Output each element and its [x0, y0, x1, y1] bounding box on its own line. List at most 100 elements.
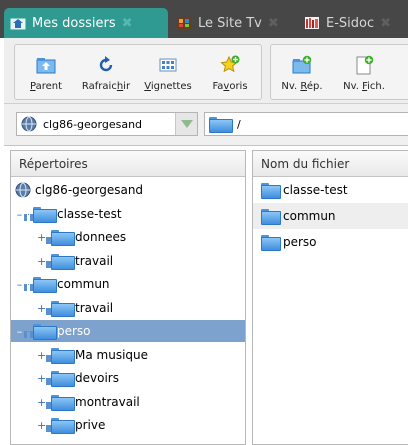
parent-label: Parent: [29, 81, 63, 92]
thumbnails-button[interactable]: Vignettes: [139, 55, 197, 92]
thumbnails-icon: [159, 58, 177, 72]
tree-connector: [24, 213, 33, 218]
folder-icon: [51, 230, 75, 246]
directory-tree-panel: Répertoires clg86-georgesand – classe-test…: [10, 150, 246, 445]
tree-item[interactable]: + Ma musique: [11, 344, 245, 366]
file-list-panel: Nom du fichier classe-test commun perso: [252, 150, 408, 445]
server-dropdown-button[interactable]: [175, 113, 197, 135]
file-list-header[interactable]: Nom du fichier: [253, 151, 408, 177]
folder-icon: [33, 324, 57, 340]
tree-item[interactable]: + montravail: [11, 391, 245, 413]
folder-icon: [51, 347, 75, 364]
tree-root[interactable]: clg86-georgesand: [11, 179, 245, 201]
folder-icon: [51, 394, 75, 411]
tree-item-label: prive: [75, 418, 106, 432]
file-row[interactable]: classe-test: [253, 177, 408, 203]
file-row[interactable]: commun: [253, 203, 408, 229]
new-file-label: Nv. Fich.: [343, 81, 385, 92]
folder-up-icon: [36, 58, 56, 74]
expand-icon[interactable]: +: [37, 256, 46, 267]
refresh-button[interactable]: Rafraichir: [77, 55, 135, 92]
bookshelf-icon: [305, 17, 319, 29]
folder-home-icon: [10, 18, 26, 30]
tree-item-label: devoirs: [75, 371, 119, 385]
new-file-button[interactable]: Nv. Fich.: [335, 55, 393, 92]
tree-header: Répertoires: [11, 151, 245, 177]
file-list: classe-test commun perso: [253, 177, 408, 255]
tab-bar: Mes dossiers ✖ Le Site Tv ✖ E-Sidoc ✖: [0, 0, 408, 38]
folder-icon: [261, 235, 281, 251]
folder-icon: [51, 253, 75, 270]
address-bar: clg86-georgesand /: [4, 104, 408, 146]
collapse-icon[interactable]: –: [15, 326, 24, 337]
expand-icon[interactable]: +: [37, 397, 46, 408]
file-name: classe-test: [283, 183, 348, 197]
tree-item[interactable]: – commun: [11, 273, 245, 295]
folder-icon: [51, 418, 75, 434]
film-icon: [177, 17, 191, 29]
path-value: /: [237, 117, 241, 131]
tree-item[interactable]: + travail: [11, 250, 245, 272]
folder-icon: [33, 206, 57, 223]
favorites-label: Favoris: [212, 81, 248, 92]
new-folder-button[interactable]: Nv. Rép.: [273, 55, 331, 92]
folder-icon: [51, 300, 75, 317]
tree-item-label: commun: [57, 277, 110, 291]
collapse-icon[interactable]: –: [15, 209, 24, 220]
folder-icon: [51, 371, 75, 387]
file-name: commun: [283, 209, 336, 223]
chevron-down-icon: [180, 120, 193, 128]
tree-connector: [24, 331, 33, 335]
file-row[interactable]: perso: [253, 229, 408, 255]
refresh-icon: [99, 56, 113, 72]
tree-item-label: travail: [75, 253, 114, 268]
folder-icon: [33, 277, 57, 293]
favorites-button[interactable]: Favoris: [201, 55, 259, 92]
server-select[interactable]: clg86-georgesand: [16, 112, 198, 136]
expand-icon[interactable]: +: [37, 373, 46, 384]
server-icon: [15, 182, 31, 198]
toolbar: Parent Rafraichir Vignettes Favoris Nv. …: [4, 38, 408, 104]
tree-item[interactable]: + devoirs: [11, 367, 245, 389]
tree-item-label: clg86-georgesand: [35, 183, 144, 197]
tree-item[interactable]: + travail: [11, 297, 245, 319]
tree-item-label: classe-test: [57, 206, 122, 221]
new-file-icon: [356, 55, 374, 75]
close-icon[interactable]: ✖: [122, 16, 133, 31]
new-folder-label: Nv. Rép.: [281, 81, 323, 92]
close-icon[interactable]: ✖: [268, 16, 279, 31]
expand-icon[interactable]: +: [37, 232, 46, 243]
folder-icon: [261, 183, 281, 199]
tab-e-sidoc[interactable]: E-Sidoc ✖: [298, 8, 408, 38]
parent-button[interactable]: Parent: [17, 55, 75, 92]
tab-label: Le Site Tv: [198, 15, 262, 31]
expand-icon[interactable]: +: [37, 303, 46, 314]
toolbar-group-navigation: Parent Rafraichir Vignettes Favoris: [14, 44, 262, 100]
tab-label: Mes dossiers: [32, 15, 116, 31]
tab-mes-dossiers[interactable]: Mes dossiers ✖: [4, 8, 168, 38]
folder-icon: [209, 117, 233, 133]
tree-item[interactable]: – classe-test: [11, 203, 245, 225]
star-add-icon: [220, 55, 240, 73]
path-input[interactable]: /: [204, 112, 408, 136]
folder-icon: [261, 209, 281, 225]
close-icon[interactable]: ✖: [380, 16, 391, 31]
collapse-icon[interactable]: –: [15, 279, 24, 290]
tab-le-site-tv[interactable]: Le Site Tv ✖: [170, 8, 294, 38]
refresh-label: Rafraichir: [81, 81, 131, 92]
thumbnails-label: Vignettes: [144, 81, 192, 92]
expand-icon[interactable]: +: [37, 420, 46, 431]
tree-item[interactable]: + prive: [11, 414, 245, 436]
tab-label: E-Sidoc: [326, 15, 375, 31]
tree-item-label: donnees: [75, 230, 127, 244]
tree-item-label: perso: [57, 324, 91, 338]
tree-connector: [24, 284, 33, 288]
server-icon: [21, 116, 37, 132]
toolbar-group-create: Nv. Rép. Nv. Fich.: [270, 44, 408, 100]
tree-item-label: travail: [75, 300, 114, 315]
server-select-value: clg86-georgesand: [43, 117, 143, 131]
file-name: perso: [283, 235, 317, 249]
expand-icon[interactable]: +: [37, 350, 46, 361]
tree-item[interactable]: – perso: [11, 320, 245, 342]
tree-item[interactable]: + donnees: [11, 226, 245, 248]
